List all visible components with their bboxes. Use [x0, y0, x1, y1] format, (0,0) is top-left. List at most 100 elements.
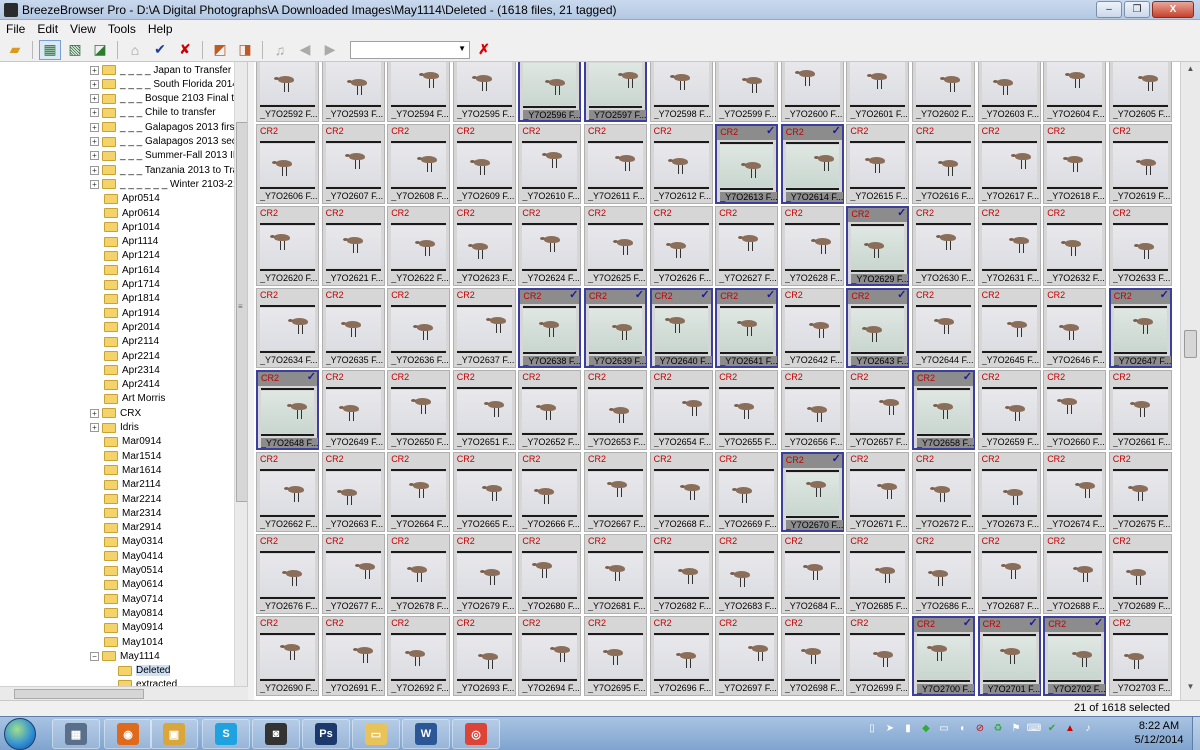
- thumbnail-detail-icon[interactable]: ▧: [64, 40, 86, 60]
- expand-icon[interactable]: +: [90, 94, 99, 104]
- thumbnail-item[interactable]: CR2 _Y7O2636 F...: [387, 288, 451, 368]
- tree-item[interactable]: Mar1514: [104, 449, 161, 463]
- thumbnail-item[interactable]: CR2 _Y7O2646 F...: [1043, 288, 1107, 368]
- thumbnail-image[interactable]: [589, 63, 642, 105]
- thumbnail-item[interactable]: CR2 _Y7O2615 F...: [846, 124, 910, 204]
- tray-device-icon[interactable]: ▯: [866, 721, 878, 735]
- thumbnail-item[interactable]: CR2 _Y7O2635 F...: [321, 288, 385, 368]
- thumbnail-item[interactable]: CR2 _Y7O2654 F...: [649, 370, 713, 450]
- tree-horizontal-scrollbar[interactable]: [0, 686, 248, 700]
- thumbnail-image[interactable]: [260, 308, 315, 350]
- thumbnail-item[interactable]: CR2 _Y7O2610 F...: [518, 124, 582, 204]
- thumbnail-item[interactable]: CR2 _Y7O2675 F...: [1108, 452, 1172, 532]
- thumbnail-image[interactable]: [653, 472, 709, 514]
- tray-sound-icon[interactable]: ◖: [956, 721, 968, 735]
- thumbnail-image[interactable]: [1112, 472, 1168, 514]
- thumbnail-image[interactable]: [785, 145, 839, 187]
- thumbnail-item[interactable]: CR2 _Y7O2645 F...: [977, 288, 1041, 368]
- tree-item[interactable]: Apr1214: [104, 249, 160, 263]
- thumbnail-image[interactable]: [1047, 62, 1103, 104]
- thumbnail-image[interactable]: [391, 390, 447, 432]
- tree-item[interactable]: Apr1714: [104, 278, 160, 292]
- thumbnail-image[interactable]: [589, 309, 642, 351]
- tree-item[interactable]: + Idris: [90, 421, 139, 435]
- thumbnail-item[interactable]: CR2 _Y7O2703 F...: [1108, 616, 1172, 696]
- thumbnail-item[interactable]: CR2 _Y7O2618 F...: [1043, 124, 1107, 204]
- tagged-check-icon[interactable]: ✓: [569, 288, 578, 301]
- tree-item[interactable]: Apr1914: [104, 306, 160, 320]
- tree-item[interactable]: + _ _ _ _ _ _ Winter 2103-2104 Lo: [90, 177, 247, 191]
- thumbnail-item[interactable]: CR2 _Y7O2665 F...: [452, 452, 516, 532]
- thumbnail-item[interactable]: _Y7O2599 F...: [715, 62, 779, 122]
- thumbnail-image[interactable]: [325, 390, 381, 432]
- thumbnail-item[interactable]: CR2 _Y7O2620 F...: [256, 206, 319, 286]
- expand-icon[interactable]: +: [90, 423, 99, 432]
- tree-item[interactable]: + _ _ _ Galapagos 2013 first h: [90, 120, 246, 134]
- thumbnail-image[interactable]: [719, 636, 775, 678]
- thumbnail-image[interactable]: [522, 390, 578, 432]
- thumbnail-image[interactable]: [719, 390, 775, 432]
- menu-file[interactable]: File: [0, 22, 31, 36]
- thumbnail-item[interactable]: CR2 _Y7O2634 F...: [256, 288, 319, 368]
- thumbnail-item[interactable]: CR2 _Y7O2681 F...: [584, 534, 647, 614]
- tray-speaker-icon[interactable]: ♪: [1082, 721, 1094, 735]
- thumbnail-item[interactable]: CR2 _Y7O2631 F...: [977, 206, 1041, 286]
- tray-warning-icon[interactable]: ⊘: [974, 721, 986, 735]
- thumbnail-image[interactable]: [982, 637, 1036, 679]
- thumbnail-image[interactable]: [456, 308, 512, 350]
- thumbnail-item[interactable]: CR2 _Y7O2674 F...: [1043, 452, 1107, 532]
- thumbnail-item[interactable]: CR2 ✓ _Y7O2639 F...: [584, 288, 647, 368]
- thumbnail-image[interactable]: [260, 554, 315, 596]
- thumbnail-item[interactable]: CR2 _Y7O2642 F...: [780, 288, 844, 368]
- thumbnail-image[interactable]: [260, 226, 315, 268]
- thumbnail-image[interactable]: [1112, 636, 1168, 678]
- thumbnail-item[interactable]: _Y7O2603 F...: [977, 62, 1041, 122]
- thumbnail-item[interactable]: CR2 _Y7O2626 F...: [649, 206, 713, 286]
- tree-item[interactable]: Mar2314: [104, 506, 161, 520]
- taskbar-skype-button[interactable]: S: [202, 719, 250, 749]
- thumbnail-image[interactable]: [653, 62, 709, 104]
- thumbnail-image[interactable]: [456, 144, 512, 186]
- thumbnail-image[interactable]: [261, 391, 314, 433]
- thumbnail-item[interactable]: _Y7O2600 F...: [780, 62, 844, 122]
- thumbnail-image[interactable]: [588, 226, 643, 268]
- thumbnail-image[interactable]: [719, 554, 775, 596]
- rotate-right-icon[interactable]: ◨: [234, 40, 256, 60]
- thumbnail-image[interactable]: [588, 636, 643, 678]
- tree-item[interactable]: Mar0914: [104, 435, 161, 449]
- expand-icon[interactable]: +: [90, 165, 99, 175]
- thumbnail-image[interactable]: [653, 226, 709, 268]
- thumbnail-item[interactable]: CR2 ✓ _Y7O2701 F...: [977, 616, 1041, 696]
- thumbnail-image[interactable]: [850, 472, 906, 514]
- thumbnail-image[interactable]: [850, 554, 906, 596]
- thumbnail-item[interactable]: CR2 ✓ _Y7O2614 F...: [780, 124, 844, 204]
- thumbnail-image[interactable]: [523, 309, 577, 351]
- thumbnail-grid-icon[interactable]: ▦: [39, 39, 61, 60]
- thumbnail-item[interactable]: _Y7O2592 F...: [256, 62, 319, 122]
- thumbnail-image[interactable]: [1112, 554, 1168, 596]
- thumbnail-item[interactable]: CR2 _Y7O2678 F...: [387, 534, 451, 614]
- thumbnail-image[interactable]: [784, 636, 840, 678]
- thumbnail-item[interactable]: CR2 _Y7O2632 F...: [1043, 206, 1107, 286]
- collapse-icon[interactable]: −: [90, 651, 99, 661]
- thumbnail-image[interactable]: [456, 472, 512, 514]
- thumbnail-item[interactable]: CR2 ✓ _Y7O2643 F...: [846, 288, 910, 368]
- tree-item[interactable]: Apr1614: [104, 263, 160, 277]
- thumbnail-image[interactable]: [981, 472, 1037, 514]
- thumbnail-item[interactable]: _Y7O2601 F...: [846, 62, 910, 122]
- tree-item[interactable]: + _ _ _ Chile to transfer: [90, 106, 216, 120]
- thumbnail-image[interactable]: [981, 554, 1037, 596]
- thumbnail-item[interactable]: CR2 ✓ _Y7O2641 F...: [715, 288, 779, 368]
- tree-item[interactable]: May0314: [104, 535, 163, 549]
- thumbnail-image[interactable]: [522, 226, 578, 268]
- thumbnail-item[interactable]: CR2 _Y7O2676 F...: [256, 534, 319, 614]
- thumbnail-item[interactable]: CR2 _Y7O2685 F...: [846, 534, 910, 614]
- thumbnail-image[interactable]: [391, 144, 447, 186]
- thumbnail-image[interactable]: [653, 390, 709, 432]
- thumbnail-item[interactable]: CR2 _Y7O2650 F...: [387, 370, 451, 450]
- show-desktop-button[interactable]: [1192, 717, 1200, 750]
- thumbnail-item[interactable]: CR2 _Y7O2609 F...: [452, 124, 516, 204]
- tree-item[interactable]: Apr2214: [104, 349, 160, 363]
- tray-keyboard-icon[interactable]: ⌨: [1027, 721, 1041, 735]
- thumbnail-image[interactable]: [1047, 554, 1103, 596]
